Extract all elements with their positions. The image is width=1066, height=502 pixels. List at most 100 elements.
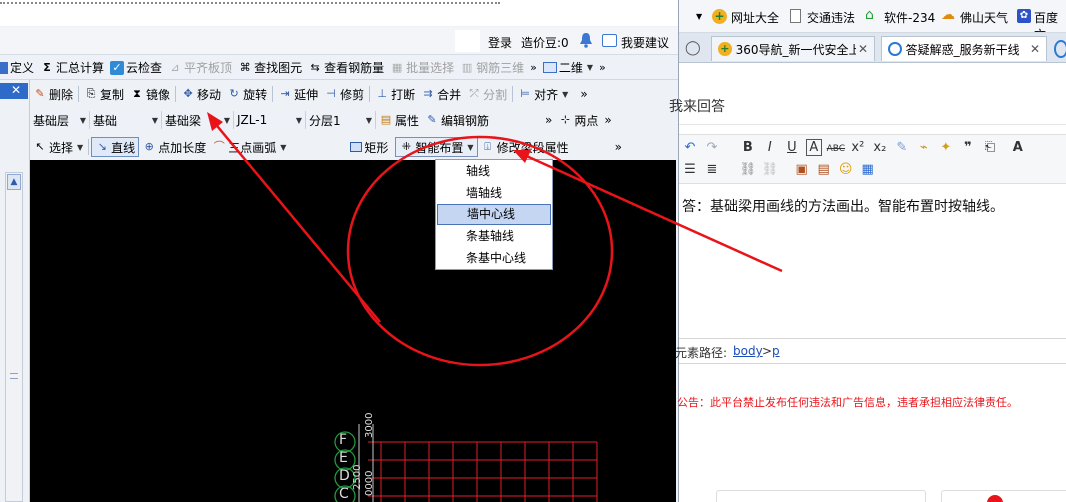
- category-select[interactable]: 基础 ▼: [90, 111, 162, 129]
- more-icon[interactable]: »: [542, 110, 555, 130]
- line-button[interactable]: ↘ 直线: [91, 137, 140, 157]
- extend-button[interactable]: ⇥ 延伸: [275, 84, 321, 104]
- justify-icon[interactable]: ≣: [701, 162, 723, 177]
- more-icon[interactable]: »: [577, 84, 590, 104]
- cursor-icon: ↖: [35, 140, 45, 153]
- rect-button[interactable]: 矩形: [347, 137, 391, 157]
- axis-label-e: E: [339, 450, 348, 466]
- new-tab-icon[interactable]: [1054, 40, 1066, 58]
- two-points-button[interactable]: ⊹ 两点: [555, 110, 601, 130]
- close-icon[interactable]: ✕: [1030, 42, 1040, 56]
- rotate-button[interactable]: ↻ 旋转: [224, 84, 270, 104]
- quote-icon[interactable]: ❞: [957, 140, 979, 155]
- scroll-grip[interactable]: [10, 373, 18, 379]
- delete-button[interactable]: ✎ 删除: [30, 84, 76, 104]
- menu-item-axis[interactable]: 轴线: [436, 160, 552, 182]
- path-body-link[interactable]: body: [733, 344, 763, 358]
- bookmark-site-nav[interactable]: 网址大全: [731, 9, 779, 26]
- menu-item-wall-axis[interactable]: 墙轴线: [436, 182, 552, 204]
- trim-button[interactable]: ⊣ 修剪: [321, 84, 367, 104]
- redo-icon[interactable]: ↷: [701, 140, 723, 155]
- property-button[interactable]: ▤ 属性: [376, 110, 422, 130]
- view-mode-select[interactable]: 二维 ▼: [540, 58, 596, 78]
- rebar-3d-button[interactable]: ▥ 钢筋三维: [457, 58, 527, 78]
- superscript-icon[interactable]: x²: [847, 140, 869, 155]
- bookmark-traffic[interactable]: 交通违法: [807, 9, 855, 26]
- break-button[interactable]: ⊥ 打断: [372, 84, 418, 104]
- gallery-icon[interactable]: ▤: [813, 162, 835, 177]
- more-icon[interactable]: »: [601, 110, 614, 130]
- define-button[interactable]: 定义: [0, 58, 37, 78]
- copy-button[interactable]: ⎘ 复制: [81, 84, 127, 104]
- view-rebar-button[interactable]: ⇆ 查看钢筋量: [305, 58, 387, 78]
- point-length-button[interactable]: ⊕ 点加长度: [139, 137, 209, 157]
- scroll-up-button[interactable]: ▲: [7, 174, 21, 190]
- title-strip: [0, 0, 678, 26]
- user-bar-panel: [455, 30, 480, 52]
- drawing-canvas[interactable]: F E D C 3000 2500 0000: [30, 160, 676, 502]
- paste-icon[interactable]: ⎗: [979, 140, 1001, 155]
- select-button[interactable]: ↖ 选择 ▼: [30, 137, 86, 157]
- element-select[interactable]: JZL-1 ▼: [234, 111, 306, 129]
- answer-editor[interactable]: 答：基础梁用画线的方法画出。智能布置时按轴线。: [679, 184, 1066, 338]
- bell-icon[interactable]: [579, 32, 593, 48]
- path-p-link[interactable]: p: [772, 344, 780, 358]
- mirror-button[interactable]: ⧗ 镜像: [127, 84, 173, 104]
- sublayer-select[interactable]: 分层1 ▼: [306, 111, 376, 129]
- more-icon[interactable]: »: [612, 137, 625, 157]
- split-button[interactable]: ⤱ 分割: [464, 84, 510, 104]
- close-icon[interactable]: ✕: [858, 42, 868, 56]
- italic-icon[interactable]: I: [759, 140, 781, 155]
- font-color-icon[interactable]: A: [1007, 140, 1029, 155]
- flat-slab-button[interactable]: ⊿ 平齐板顶: [165, 58, 235, 78]
- element-type-select[interactable]: 基础梁 ▼: [162, 111, 234, 129]
- eraser-icon[interactable]: ✎: [891, 140, 913, 155]
- move-button[interactable]: ✥ 移动: [178, 84, 224, 104]
- more-icon[interactable]: »: [596, 58, 609, 78]
- batch-select-button[interactable]: ▦ 批量选择: [387, 58, 457, 78]
- feedback-icon[interactable]: [602, 34, 617, 47]
- more-icon[interactable]: »: [527, 58, 540, 78]
- login-link[interactable]: 登录: [488, 34, 512, 51]
- smart-layout-button[interactable]: ⁜ 智能布置 ▼: [395, 137, 478, 157]
- layer-select[interactable]: 基础层 ▼: [30, 111, 90, 129]
- bookmark-software[interactable]: 软件-234: [884, 9, 935, 26]
- font-border-icon[interactable]: A: [805, 139, 822, 156]
- bookmark-baidu[interactable]: 百度文: [1034, 9, 1066, 32]
- chevron-down-icon[interactable]: ▼: [696, 12, 702, 21]
- bold-icon[interactable]: B: [737, 140, 759, 155]
- menu-item-wall-centerline[interactable]: 墙中心线: [437, 204, 551, 225]
- bookmark-weather[interactable]: 佛山天气: [960, 9, 1008, 26]
- separator: [88, 139, 90, 155]
- find-element-button[interactable]: ⌘ 查找图元: [235, 58, 305, 78]
- align-button[interactable]: ⊨ 对齐 ▼: [515, 84, 571, 104]
- link-icon[interactable]: ⛓: [737, 162, 759, 177]
- subscript-icon[interactable]: x₂: [869, 140, 891, 155]
- underline-icon[interactable]: U: [781, 140, 803, 155]
- menu-item-strip-centerline[interactable]: 条基中心线: [436, 247, 552, 269]
- format-brush-icon[interactable]: ⌁: [913, 140, 935, 155]
- feedback-link[interactable]: 我要建议: [621, 34, 669, 51]
- align-right-icon[interactable]: ☰: [679, 162, 701, 177]
- media-icon[interactable]: ▦: [857, 162, 879, 177]
- vertical-scrollbar[interactable]: ▲: [5, 172, 23, 502]
- arc-button[interactable]: ⌒ 三点画弧 ▼: [209, 137, 289, 157]
- tab-360-nav[interactable]: + 360导航_新一代安全上 ✕: [711, 36, 875, 61]
- dimension-label: 3000: [364, 412, 375, 438]
- cloud-check-button[interactable]: ✓ 云检查: [107, 58, 165, 78]
- image-icon[interactable]: ▣: [791, 162, 813, 177]
- tab-qa[interactable]: 答疑解惑_服务新干线 ✕: [881, 36, 1047, 61]
- undo-icon[interactable]: ↶: [679, 140, 701, 155]
- edit-rebar-button[interactable]: ✎ 编辑钢筋: [422, 110, 492, 130]
- restore-tab-icon[interactable]: ◯: [685, 40, 701, 56]
- menu-item-strip-axis[interactable]: 条基轴线: [436, 225, 552, 247]
- unlink-icon[interactable]: ⛓: [759, 162, 781, 177]
- close-icon[interactable]: ✕: [9, 83, 23, 97]
- merge-button[interactable]: ⇉ 合并: [418, 84, 464, 104]
- tab-360-icon: +: [718, 42, 732, 56]
- summary-button[interactable]: Σ 汇总计算: [37, 58, 107, 78]
- magic-wand-icon[interactable]: ✦: [935, 140, 957, 155]
- modify-segment-button[interactable]: ⍗ 修改梁段属性: [478, 137, 572, 157]
- strikethrough-icon[interactable]: ABC: [825, 144, 847, 154]
- emoji-icon[interactable]: ☺: [835, 162, 857, 177]
